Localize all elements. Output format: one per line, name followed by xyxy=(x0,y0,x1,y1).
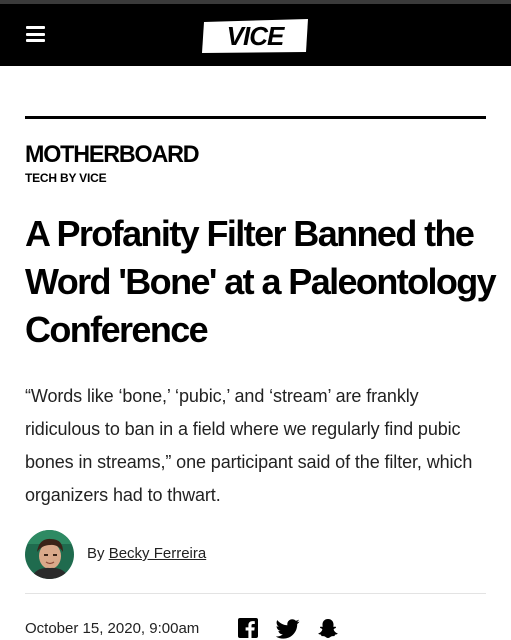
facebook-icon[interactable] xyxy=(238,618,258,640)
section-subtitle: TECH BY VICE xyxy=(25,171,107,185)
divider xyxy=(25,593,486,594)
byline: By Becky Ferreira xyxy=(87,545,206,563)
section-title[interactable]: MOTHERBOARD xyxy=(25,143,200,167)
snapchat-icon[interactable] xyxy=(318,618,338,640)
author-link[interactable]: Becky Ferreira xyxy=(109,545,207,562)
status-edge xyxy=(0,0,511,4)
article-dek: “Words like ‘bone,’ ‘pubic,’ and ‘stream… xyxy=(25,386,473,505)
byline-prefix: By xyxy=(87,545,105,562)
author-avatar[interactable] xyxy=(25,530,74,579)
hamburger-menu-icon[interactable] xyxy=(26,26,45,42)
vice-logo[interactable]: VICE xyxy=(200,16,312,56)
top-navigation-bar: VICE xyxy=(0,0,511,66)
twitter-icon[interactable] xyxy=(276,618,300,640)
section-rule xyxy=(25,116,486,119)
publish-date: October 15, 2020, 9:00am xyxy=(25,620,200,637)
vice-logo-text: VICE xyxy=(227,21,285,51)
author-avatar-image xyxy=(25,530,74,579)
article-headline: A Profanity Filter Banned the Word 'Bone… xyxy=(25,213,497,350)
